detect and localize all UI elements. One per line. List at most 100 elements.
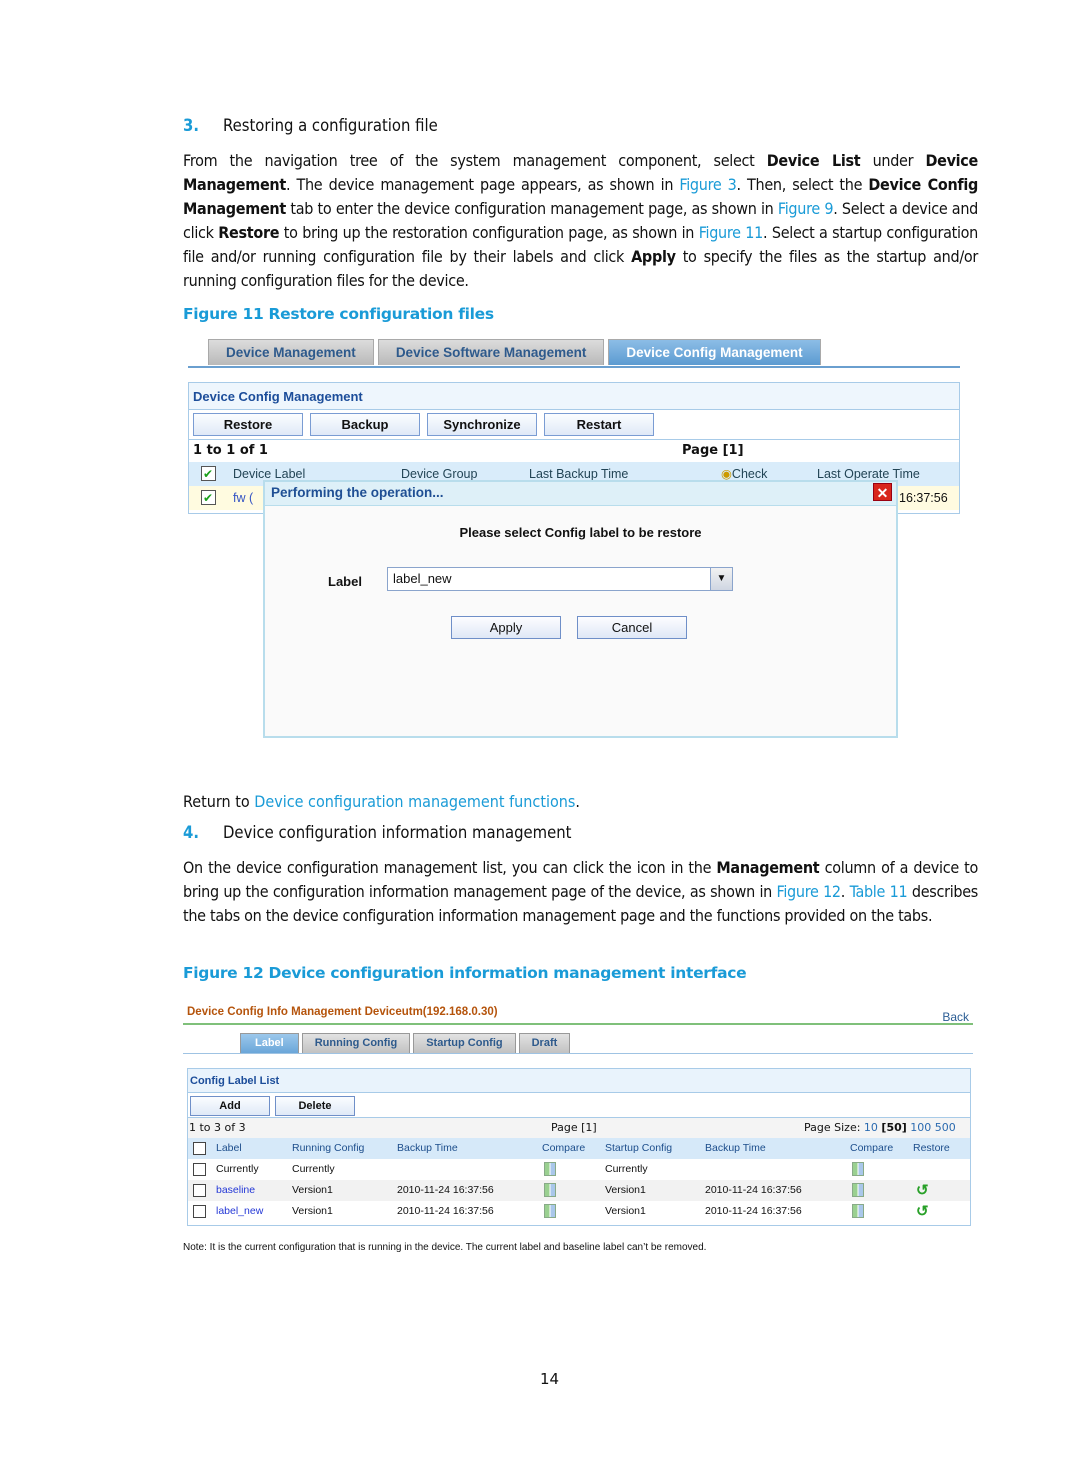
record-range: 1 to 3 of 3 xyxy=(189,1121,246,1134)
page-size-10[interactable]: 10 xyxy=(864,1121,878,1134)
col-restore[interactable]: Restore xyxy=(913,1138,950,1159)
backup-button[interactable]: Backup xyxy=(310,413,420,436)
page-number: 14 xyxy=(540,1370,560,1388)
add-button[interactable]: Add xyxy=(190,1096,270,1116)
record-range: 1 to 1 of 1 xyxy=(193,443,268,458)
bold-term: Restore xyxy=(218,223,280,242)
tab-device-management[interactable]: Device Management xyxy=(208,339,374,365)
bold-term: Apply xyxy=(631,247,676,266)
cancel-button[interactable]: Cancel xyxy=(577,616,687,639)
table-row: label_new Version1 2010-11-24 16:37:56 Vers… xyxy=(188,1201,970,1222)
label-link[interactable]: baseline xyxy=(216,1180,255,1201)
running-backup-time: 2010-11-24 16:37:56 xyxy=(397,1184,494,1196)
dialog-title: Performing the operation... xyxy=(271,485,444,500)
col-backup-time-2[interactable]: Backup Time xyxy=(705,1138,766,1159)
running-config: Currently xyxy=(292,1163,335,1175)
page-size-500[interactable]: 500 xyxy=(935,1121,956,1134)
section-title: Restoring a configuration file xyxy=(223,116,438,135)
text-run: From the navigation tree of the system m… xyxy=(183,151,767,170)
col-backup-time[interactable]: Backup Time xyxy=(397,1138,458,1159)
page-size-control: Page Size: 10 [50] 100 500 xyxy=(804,1121,956,1134)
select-all-checkbox[interactable] xyxy=(193,1142,206,1155)
section-number: 3. xyxy=(183,116,199,135)
startup-config: Version1 xyxy=(605,1184,646,1196)
toolbar: Restore Backup Synchronize Restart xyxy=(189,410,959,440)
dialog-header: Performing the operation... ✕ xyxy=(265,482,896,506)
bold-term: Device List xyxy=(766,151,861,170)
restore-icon[interactable]: ↺ xyxy=(916,1180,929,1201)
figure-12-screenshot: Device Config Info Management Deviceutm(… xyxy=(183,1003,973,1258)
selected-label-value: label_new xyxy=(393,571,452,586)
label-select[interactable]: label_new ▼ xyxy=(387,567,733,591)
tab-device-config-management[interactable]: Device Config Management xyxy=(608,339,821,365)
label-text: Currently xyxy=(216,1163,259,1175)
restore-icon[interactable]: ↺ xyxy=(916,1201,929,1222)
close-icon[interactable]: ✕ xyxy=(873,483,892,501)
col-label[interactable]: Label xyxy=(216,1138,242,1159)
row-checkbox[interactable] xyxy=(201,486,216,510)
restore-dialog: Performing the operation... ✕ Please sel… xyxy=(263,480,898,738)
col-compare[interactable]: Compare xyxy=(542,1138,585,1159)
row-checkbox[interactable] xyxy=(193,1205,206,1218)
page-title: Device Config Info Management Deviceutm(… xyxy=(187,1006,498,1018)
section-title: Device configuration information managem… xyxy=(223,823,572,842)
page-size-100[interactable]: 100 xyxy=(910,1121,931,1134)
note-text: Note: It is the current configuration th… xyxy=(183,1242,707,1253)
label-link[interactable]: label_new xyxy=(216,1201,263,1222)
section-3-paragraph: From the navigation tree of the system m… xyxy=(183,149,978,293)
select-all-checkbox[interactable] xyxy=(201,462,216,486)
text-run: . The device management page appears, as… xyxy=(285,175,680,194)
section-3-heading: 3. Restoring a configuration file xyxy=(183,114,438,138)
cross-reference-link[interactable]: Figure 9 xyxy=(778,199,834,218)
tab-device-software-management[interactable]: Device Software Management xyxy=(377,339,605,365)
back-link[interactable]: Back xyxy=(942,1010,969,1024)
cross-reference-link[interactable]: Figure 12 xyxy=(777,882,842,901)
tab-divider xyxy=(183,1053,973,1054)
cross-reference-link[interactable]: Figure 3 xyxy=(679,175,736,194)
delete-button[interactable]: Delete xyxy=(275,1096,355,1116)
label-field-label: Label xyxy=(328,574,362,589)
return-link[interactable]: Device configuration management function… xyxy=(254,792,575,811)
page-indicator: Page [1] xyxy=(551,1121,597,1134)
tab-bar: Label Running Config Startup Config Draf… xyxy=(240,1033,573,1053)
row-checkbox[interactable] xyxy=(193,1184,206,1197)
title-divider xyxy=(183,1023,973,1025)
table-row: Currently Currently Currently xyxy=(188,1159,970,1180)
tab-label[interactable]: Label xyxy=(240,1033,299,1053)
compare-icon[interactable] xyxy=(852,1201,864,1226)
synchronize-button[interactable]: Synchronize xyxy=(427,413,537,436)
apply-button[interactable]: Apply xyxy=(451,616,561,639)
toolbar: Add Delete xyxy=(188,1093,970,1118)
text-run: under xyxy=(860,151,926,170)
startup-backup-time: 2010-11-24 16:37:56 xyxy=(705,1184,802,1196)
pagination-row: 1 to 1 of 1 Page [1] xyxy=(189,440,959,462)
col-startup-config[interactable]: Startup Config xyxy=(605,1138,672,1159)
running-backup-time: 2010-11-24 16:37:56 xyxy=(397,1205,494,1217)
chevron-down-icon[interactable]: ▼ xyxy=(710,568,732,590)
page-size-50: [50] xyxy=(881,1121,907,1134)
restart-button[interactable]: Restart xyxy=(544,413,654,436)
col-running-config[interactable]: Running Config xyxy=(292,1138,364,1159)
cross-reference-link[interactable]: Table 11 xyxy=(850,882,908,901)
tab-running-config[interactable]: Running Config xyxy=(301,1033,411,1053)
section-4-paragraph: On the device configuration management l… xyxy=(183,856,978,928)
check-icon: ◉ xyxy=(721,467,732,481)
text-run: . Then, select the xyxy=(736,175,869,194)
section-number: 4. xyxy=(183,823,199,842)
col-compare-2[interactable]: Compare xyxy=(850,1138,893,1159)
last-operate-time: 16:37:56 xyxy=(899,491,948,505)
figure-12-caption: Figure 12 Device configuration informati… xyxy=(183,964,747,982)
cross-reference-link[interactable]: Figure 11 xyxy=(699,223,764,242)
row-checkbox[interactable] xyxy=(193,1163,206,1176)
tab-startup-config[interactable]: Startup Config xyxy=(413,1033,516,1053)
return-line: Return to Device configuration managemen… xyxy=(183,792,580,811)
tab-draft[interactable]: Draft xyxy=(518,1033,571,1053)
text-run: On the device configuration management l… xyxy=(183,858,717,877)
compare-icon[interactable] xyxy=(544,1201,556,1226)
bold-term: Management xyxy=(716,858,820,877)
device-label-link[interactable]: fw ( xyxy=(233,486,253,510)
page-indicator: Page [1] xyxy=(682,443,744,458)
table-header: Label Running Config Backup Time Compare… xyxy=(188,1138,970,1159)
text-run: to bring up the restoration configuratio… xyxy=(279,223,699,242)
restore-button[interactable]: Restore xyxy=(193,413,303,436)
